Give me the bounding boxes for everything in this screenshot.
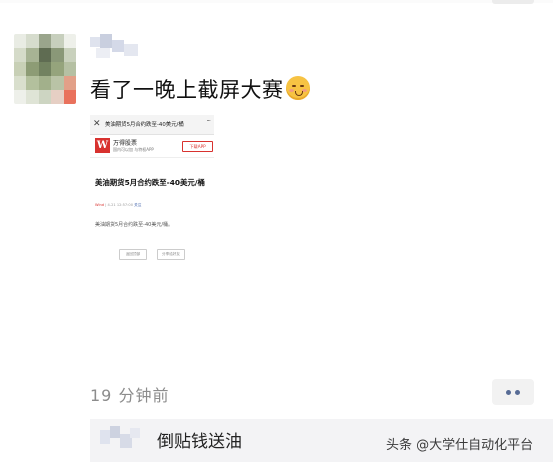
smiling-blush-emoji [285,76,310,100]
previous-item-edge [492,0,534,4]
close-icon: ✕ [93,119,101,129]
more-options-button[interactable] [492,379,534,405]
wind-logo-icon: W [95,138,110,153]
more-icon: ··· [206,117,211,125]
commenter-name-blurred[interactable] [100,426,140,450]
post-timestamp: 19 分钟前 [90,386,170,405]
screenshot-body-text: 美油期货5月合约跌至-40美元/桶。 [95,222,174,228]
screenshot-app-name: 万得股票 [113,140,138,147]
screenshot-right-button: 分享给好友 [157,249,185,260]
attached-screenshot[interactable]: ✕ 美油期货5月合约跌至-40美元/桶 ··· W 万得股票 国内可以加 与特权… [90,115,214,265]
screenshot-app-subtitle: 国内可以加 与特权APP [113,147,154,152]
dot-icon [506,390,511,395]
screenshot-left-button: 返回顶部 [119,249,147,260]
username-blurred[interactable] [90,34,138,64]
screenshot-headline: 美油期货5月合约跌至-40美元/桶 [95,178,205,187]
dot-icon [515,390,520,395]
comment-text: 倒贴钱送油 [157,432,242,452]
avatar[interactable] [14,34,76,104]
screenshot-download-button: 下载APP [182,141,213,152]
screenshot-meta: Wind | 4-21 12:57:00 关注 [95,203,142,207]
post-text: 看了一晚上截屏大赛 [90,73,310,104]
screenshot-title: 美油期货5月合约跌至-40美元/桶 [105,122,184,128]
watermark-text: 头条 @大学仕自动化平台 [386,438,534,453]
top-divider [0,0,553,3]
